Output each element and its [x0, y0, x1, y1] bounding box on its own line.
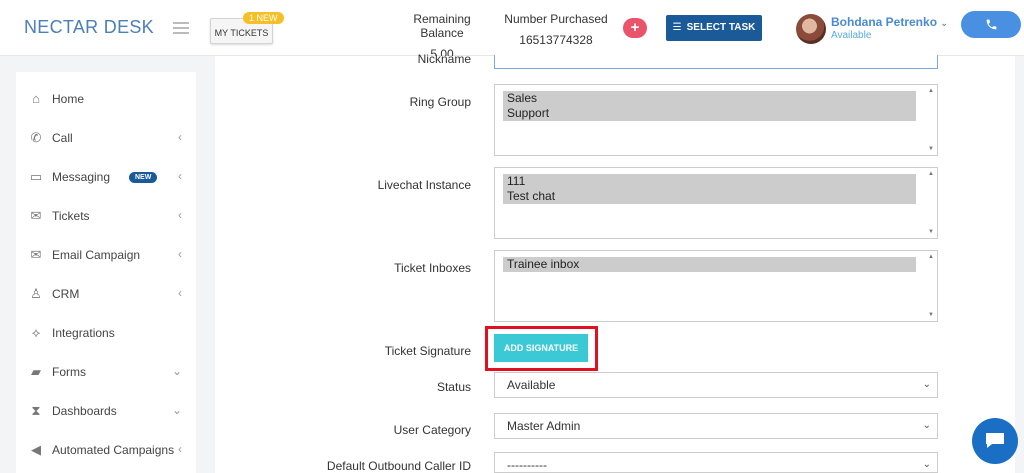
number-purchased: Number Purchased 16513774328 — [504, 12, 608, 47]
top-header: NECTAR DESK MY TICKETS 1 NEW Remaining B… — [0, 0, 1024, 61]
user-status: Available — [831, 30, 872, 41]
app-logo[interactable]: NECTAR DESK — [24, 17, 154, 38]
envelope-icon: ✉ — [30, 208, 42, 223]
status-label: Status — [436, 380, 471, 394]
sidebar-item-label: Email Campaign — [52, 248, 141, 262]
sidebar-item-label: Automated Campaigns — [52, 443, 175, 457]
sidebar-item-label: Home — [52, 92, 85, 106]
balance-label: Remaining Balance — [413, 12, 471, 40]
nickname-label: Nickname — [417, 52, 471, 66]
user-category-select[interactable]: Master Admin ⌄ — [494, 413, 938, 439]
select-task-button[interactable]: ☰ SELECT TASK — [666, 15, 762, 41]
sidebar-item-crm[interactable]: ♙ CRM ‹ — [16, 280, 196, 310]
phone-icon: ✆ — [30, 130, 42, 145]
status-select[interactable]: Available ⌄ — [494, 372, 938, 398]
livechat-option[interactable]: 111 — [503, 174, 916, 189]
scroll-down-icon[interactable]: ▼ — [928, 312, 934, 318]
puzzle-icon: ⟡ — [31, 325, 41, 340]
sidebar-item-dashboards[interactable]: ⧗ Dashboards ⌄ — [16, 397, 196, 427]
ring-group-select[interactable]: Sales Support ▲ ▼ — [494, 84, 938, 156]
ring-group-label: Ring Group — [409, 95, 471, 109]
scroll-down-icon[interactable]: ▼ — [928, 146, 934, 152]
add-button[interactable]: + — [623, 18, 647, 38]
sidebar: ⌂ Home ✆ Call ‹ ▭ Messaging NEW ‹ ✉ Tick… — [16, 72, 196, 473]
sidebar-item-tickets[interactable]: ✉ Tickets ‹ — [16, 202, 196, 232]
chevron-left-icon: ‹ — [178, 130, 182, 144]
folder-icon: ▰ — [31, 364, 41, 379]
sidebar-item-label: Dashboards — [52, 404, 117, 418]
chevron-down-icon: ⌄ — [922, 459, 931, 470]
livechat-instance-select[interactable]: 111 Test chat ▲ ▼ — [494, 167, 938, 239]
chevron-left-icon: ‹ — [178, 286, 182, 300]
ring-group-option[interactable]: Sales — [503, 91, 916, 106]
caller-id-select[interactable]: ---------- ⌄ — [494, 452, 938, 473]
chevron-down-icon: ⌄ — [171, 403, 182, 417]
sidebar-item-label: Tickets — [52, 209, 90, 223]
scroll-up-icon[interactable]: ▲ — [928, 88, 934, 94]
sidebar-item-home[interactable]: ⌂ Home — [16, 85, 196, 115]
list-icon: ☰ — [672, 22, 682, 33]
select-task-label: SELECT TASK — [686, 22, 756, 33]
chevron-left-icon: ‹ — [178, 169, 182, 183]
hourglass-icon: ⧗ — [31, 403, 41, 418]
sidebar-item-integrations[interactable]: ⟡ Integrations — [16, 319, 196, 349]
user-category-label: User Category — [393, 423, 471, 437]
plus-icon: + — [630, 19, 640, 36]
sidebar-item-label: Forms — [52, 365, 86, 379]
scroll-up-icon[interactable]: ▲ — [928, 171, 934, 177]
user-icon: ♙ — [30, 286, 42, 301]
scroll-down-icon[interactable]: ▼ — [928, 229, 934, 235]
caller-id-value: ---------- — [507, 458, 547, 472]
new-tickets-badge: 1 NEW — [243, 12, 284, 24]
user-category-value: Master Admin — [507, 419, 581, 433]
add-signature-button[interactable]: ADD SIGNATURE — [494, 334, 588, 362]
sidebar-item-forms[interactable]: ▰ Forms ⌄ — [16, 358, 196, 388]
sidebar-item-label: Messaging — [52, 170, 111, 184]
chevron-down-icon: ⌄ — [171, 364, 182, 378]
caller-id-label: Default Outbound Caller ID — [326, 459, 471, 473]
status-value: Available — [507, 378, 556, 392]
chevron-left-icon: ‹ — [178, 442, 182, 456]
new-badge: NEW — [129, 172, 158, 183]
avatar[interactable] — [796, 14, 826, 44]
sidebar-item-email-campaign[interactable]: ✉ Email Campaign ‹ — [16, 241, 196, 271]
ticket-inboxes-select[interactable]: Trainee inbox ▲ ▼ — [494, 250, 938, 322]
user-name: Bohdana Petrenko — [831, 15, 938, 29]
livechat-instance-label: Livechat Instance — [377, 178, 471, 192]
ticket-inbox-option[interactable]: Trainee inbox — [503, 257, 916, 272]
purchased-value: 16513774328 — [519, 33, 593, 47]
user-menu[interactable]: Bohdana Petrenko ⌄ — [831, 15, 948, 29]
sidebar-item-label: CRM — [52, 287, 80, 301]
sidebar-item-messaging[interactable]: ▭ Messaging NEW ‹ — [16, 163, 196, 193]
chevron-left-icon: ‹ — [178, 208, 182, 222]
sidebar-item-label: Integrations — [52, 326, 115, 340]
sidebar-item-call[interactable]: ✆ Call ‹ — [16, 124, 196, 154]
message-icon: ▭ — [29, 169, 43, 184]
chevron-down-icon: ⌄ — [922, 420, 931, 431]
menu-toggle-icon[interactable] — [173, 22, 189, 34]
ticket-inboxes-label: Ticket Inboxes — [394, 261, 471, 275]
sidebar-item-label: Call — [52, 131, 73, 145]
phone-icon — [986, 19, 996, 30]
livechat-option[interactable]: Test chat — [503, 189, 916, 204]
chat-widget-button[interactable] — [972, 418, 1018, 464]
envelope-icon: ✉ — [30, 247, 42, 262]
nickname-input[interactable] — [494, 55, 938, 69]
chevron-down-icon: ⌄ — [922, 379, 931, 390]
call-button[interactable] — [961, 11, 1021, 38]
ring-group-option[interactable]: Support — [503, 106, 916, 121]
scroll-up-icon[interactable]: ▲ — [928, 254, 934, 260]
megaphone-icon: ◀ — [31, 442, 41, 457]
ticket-signature-label: Ticket Signature — [384, 344, 471, 358]
chat-icon — [986, 433, 1004, 448]
chevron-left-icon: ‹ — [178, 247, 182, 261]
home-icon: ⌂ — [32, 91, 40, 106]
purchased-label: Number Purchased — [504, 12, 608, 26]
sidebar-item-automated-campaigns[interactable]: ◀ Automated Campaigns ‹ — [16, 436, 196, 466]
chevron-down-icon: ⌄ — [940, 18, 948, 28]
